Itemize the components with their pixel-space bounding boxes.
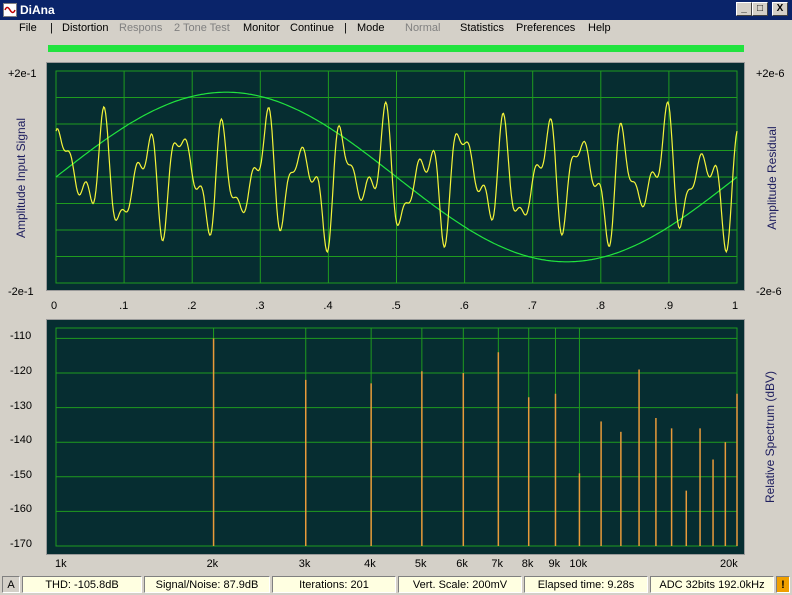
spectrum-y-tick-label: -170 [10,538,33,550]
status-signal-noise: Signal/Noise: 87.9dB [144,576,270,593]
maximize-button[interactable]: □ [752,2,768,16]
spectrum-x-tick-label: 6k [456,558,468,570]
menu-2-tone-test[interactable]: 2 Tone Test [174,22,230,34]
title-bar: DiAna _ □ X [0,0,792,20]
close-button[interactable]: X [772,2,788,16]
time-x-tick-label: .2 [187,300,197,312]
spectrum-x-tick-label: 2k [206,558,219,570]
menu-help[interactable]: Help [588,22,611,34]
spectrum-x-tick-label: 1k [55,558,67,570]
menu-preferences[interactable]: Preferences [516,22,575,34]
status-bar: A THD: -105.8dB Signal/Noise: 87.9dB Ite… [0,574,792,595]
time-x-tick-label: .4 [323,300,333,312]
spectrum-x-tick-label: 5k [414,558,427,570]
menu-respons[interactable]: Respons [119,22,162,34]
spectrum-y-tick-label: -160 [10,503,33,516]
spectrum-y-tick-label: -120 [10,364,33,377]
app-icon [3,3,17,17]
status-adc: ADC 32bits 192.0kHz [650,576,774,593]
menu-continue[interactable]: Continue [290,22,334,34]
menu-monitor[interactable]: Monitor [243,22,280,34]
menu-normal[interactable]: Normal [405,22,440,34]
plot-area-border [55,327,738,547]
y-axis-label-spectrum: Relative Spectrum (dBV) [763,370,777,504]
spectrum-y-tick-label: -130 [10,399,33,412]
status-elapsed: Elapsed time: 9.28s [524,576,648,593]
spectrum-x-tick-label: 4k [364,558,376,570]
left-y-max: +2e-1 [8,68,37,80]
status-mode: A [2,576,20,593]
spectrum-x-tick-label: 3k [298,558,311,570]
y-axis-label-input-signal: Amplitude Input Signal [14,117,28,239]
menu-statistics[interactable]: Statistics [460,22,504,34]
menu-file[interactable]: File [19,22,37,34]
time-x-tick-label: .8 [595,300,605,312]
y-axis-label-residual: Amplitude Residual [765,126,779,230]
status-warning-icon[interactable]: ! [776,576,790,593]
menu-separator: | [50,22,53,34]
window-title: DiAna [20,3,55,17]
time-x-tick-label: 0 [51,300,58,312]
status-vert-scale: Vert. Scale: 200mV [398,576,522,593]
time-x-tick-label: .6 [459,300,469,312]
menu-bar: File | Distortion Respons 2 Tone Test Mo… [0,20,792,38]
spectrum-y-tick-label: -110 [10,330,32,343]
time-x-tick-label: .1 [119,300,129,312]
spectrum-x-tick-label: 20k [720,558,738,570]
spectrum-chart [55,327,738,547]
spectrum-x-tick-label: 8k [521,558,534,570]
time-domain-plot[interactable] [46,62,745,291]
spectrum-y-tick-label: -140 [10,434,33,447]
right-y-max: +2e-6 [756,68,785,80]
spectrum-y-tick-label: -150 [10,468,33,481]
time-x-tick-label: .5 [391,300,401,312]
status-thd: THD: -105.8dB [22,576,142,593]
progress-bar [48,45,744,52]
sine-wave-icon [4,6,16,14]
menu-distortion[interactable]: Distortion [62,22,108,34]
time-x-tick-label: .3 [255,300,265,312]
spectrum-x-tick-label: 10k [569,558,588,570]
spectrum-plot[interactable] [46,319,745,555]
menu-separator: | [344,22,347,34]
time-x-tick-label: .7 [527,300,537,312]
minimize-button[interactable]: _ [736,2,752,16]
spectrum-x-tick-label: 9k [548,558,561,570]
time-x-tick-label: 1 [732,300,739,312]
time-domain-chart [55,70,738,284]
left-y-min: -2e-1 [8,286,34,298]
spectrum-x-tick-label: 7k [491,558,503,570]
menu-mode[interactable]: Mode [357,22,385,34]
time-x-tick-label: .9 [663,300,674,312]
right-y-min: -2e-6 [756,286,782,298]
status-iterations: Iterations: 201 [272,576,396,593]
